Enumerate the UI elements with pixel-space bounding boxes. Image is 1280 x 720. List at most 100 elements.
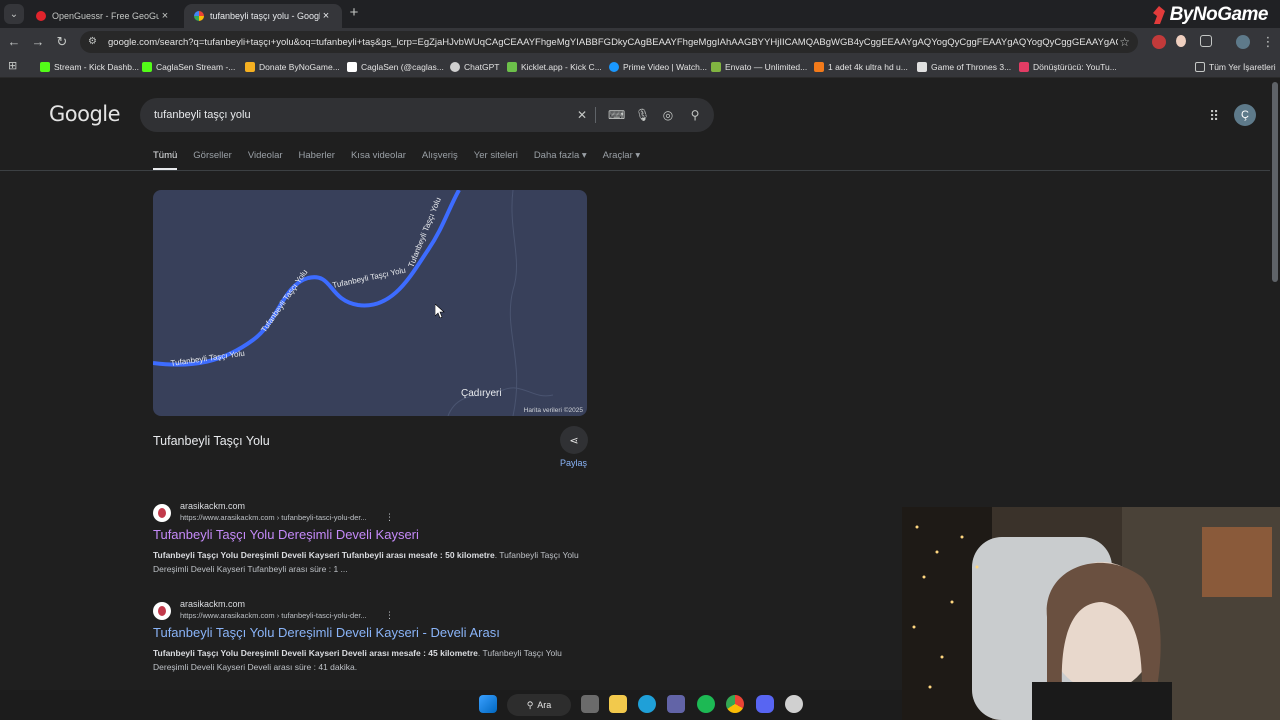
search-result: arasikackm.com https://www.arasikackm.co…	[153, 599, 593, 682]
taskbar-search[interactable]: ⚲ Ara	[507, 694, 571, 716]
browser-toolbar: ← → ↻ ⚙ google.com/search?q=tufanbeyli+t…	[0, 28, 1280, 56]
result-title-link[interactable]: Tufanbeyli Taşçı Yolu Dereşimli Develi K…	[153, 625, 500, 640]
task-view-icon[interactable]	[581, 695, 599, 713]
google-apps-icon[interactable]: ⠿	[1209, 108, 1219, 125]
result-title-link[interactable]: Tufanbeyli Taşçı Yolu Dereşimli Develi K…	[153, 527, 419, 542]
envato-icon	[711, 62, 721, 72]
kicklet-icon	[507, 62, 517, 72]
avatar[interactable]: Ç	[1234, 104, 1256, 126]
webcam-overlay	[902, 507, 1280, 720]
bookmark-item[interactable]: Donate ByNoGame...	[245, 60, 340, 74]
tab-all[interactable]: Tümü	[153, 150, 178, 170]
windows-start-icon[interactable]	[479, 695, 497, 713]
lens-icon[interactable]: ◎	[661, 108, 675, 122]
result-url[interactable]: https://www.arasikackm.com › tufanbeyli-…	[180, 513, 367, 522]
extension-icon[interactable]	[1176, 35, 1186, 47]
share-button[interactable]: ⋖	[560, 426, 588, 454]
clear-icon[interactable]: ✕	[575, 108, 589, 122]
search-icon[interactable]: ⚲	[688, 108, 702, 122]
back-icon[interactable]: ←	[6, 34, 22, 50]
tab-short-videos[interactable]: Kısa videolar	[351, 150, 406, 170]
bookmark-item[interactable]: Stream - Kick Dashb...	[40, 60, 139, 74]
search-box[interactable]: tufanbeyli taşçı yolu ✕ ⌨ 🎙 ◎ ⚲	[140, 98, 714, 132]
road-label: Tufanbeyli Taşçı Yolu	[332, 266, 407, 290]
forward-icon[interactable]: →	[30, 34, 46, 50]
extensions-puzzle-icon[interactable]	[1200, 35, 1212, 47]
apps-grid-icon[interactable]: ⊞	[8, 60, 20, 72]
result-menu-icon[interactable]: ⋮	[385, 610, 394, 621]
tab-tools[interactable]: Araçlar ▾	[603, 150, 641, 170]
tab-images[interactable]: Görseller	[193, 150, 232, 170]
site-favicon-icon	[153, 602, 171, 620]
all-bookmarks-folder[interactable]: Tüm Yer İşaretleri	[1195, 60, 1276, 74]
prime-icon	[609, 62, 619, 72]
bynogame-icon	[1152, 6, 1165, 24]
tab-places[interactable]: Yer siteleri	[474, 150, 518, 170]
site-info-icon[interactable]: ⚙	[88, 36, 100, 48]
edge-icon[interactable]	[638, 695, 656, 713]
brand-text: ByNoGame	[1169, 4, 1269, 25]
google-logo[interactable]: Google	[49, 102, 121, 126]
tab-more[interactable]: Daha fazla ▾	[534, 150, 587, 170]
page-scrollbar[interactable]	[1272, 82, 1278, 282]
tab-title: tufanbeyli taşçı yolu - Google'da Ara	[210, 11, 320, 21]
folder-icon	[1195, 62, 1205, 72]
bookmark-item[interactable]: CaglaSen (@caglas...	[347, 60, 444, 74]
screen: ⌄ OpenGuessr - Free GeoGuessr Alternativ…	[0, 0, 1280, 720]
close-icon[interactable]: ×	[159, 10, 171, 22]
google-icon	[194, 11, 204, 21]
share-icon: ⋖	[569, 434, 579, 447]
map-canvas: Tufanbeyli Taşçı Yolu Tufanbeyli Taşçı Y…	[153, 190, 554, 416]
bookmark-item[interactable]: Prime Video | Watch...	[609, 60, 707, 74]
result-site[interactable]: arasikackm.com	[180, 501, 245, 511]
tab-openguessr[interactable]: OpenGuessr - Free GeoGuessr Alternative …	[26, 4, 181, 28]
teams-icon[interactable]	[667, 695, 685, 713]
spotify-icon[interactable]	[697, 695, 715, 713]
kick-icon	[40, 62, 50, 72]
got-icon	[917, 62, 927, 72]
tab-news[interactable]: Haberler	[299, 150, 335, 170]
kick-icon	[142, 62, 152, 72]
brand-logo: ByNoGame	[1150, 4, 1269, 26]
place-title: Tufanbeyli Taşçı Yolu	[153, 434, 270, 448]
bookmark-item[interactable]: Envato — Unlimited...	[711, 60, 807, 74]
chrome-icon[interactable]	[726, 695, 744, 713]
bookmark-star-icon[interactable]: ☆	[1119, 35, 1130, 49]
close-icon[interactable]: ×	[320, 10, 332, 22]
tab-videos[interactable]: Videolar	[248, 150, 283, 170]
search-divider	[595, 107, 596, 123]
microphone-icon[interactable]: 🎙	[635, 108, 650, 122]
bookmark-item[interactable]: Game of Thrones 3...	[917, 60, 1011, 74]
discord-icon[interactable]	[756, 695, 774, 713]
bookmark-item[interactable]: ChatGPT	[450, 60, 499, 74]
url-text[interactable]: google.com/search?q=tufanbeyli+taşçı+yol…	[108, 37, 1118, 48]
result-url[interactable]: https://www.arasikackm.com › tufanbeyli-…	[180, 611, 367, 620]
profile-avatar[interactable]	[1236, 35, 1250, 49]
reload-icon[interactable]: ↻	[54, 34, 70, 50]
map-preview[interactable]: Tufanbeyli Taşçı Yolu Tufanbeyli Taşçı Y…	[153, 190, 587, 416]
bookmark-item[interactable]: CaglaSen Stream -...	[142, 60, 235, 74]
result-menu-icon[interactable]: ⋮	[385, 512, 394, 523]
menu-kebab-icon[interactable]: ⋮	[1260, 34, 1276, 50]
steam-icon[interactable]	[785, 695, 803, 713]
converter-icon	[1019, 62, 1029, 72]
new-tab-button[interactable]: +	[346, 5, 362, 21]
file-explorer-icon[interactable]	[609, 695, 627, 713]
extension-icon[interactable]	[1152, 35, 1166, 49]
tab-google-search[interactable]: tufanbeyli taşçı yolu - Google'da Ara ×	[184, 4, 342, 28]
tab-search-button[interactable]: ⌄	[4, 4, 24, 24]
shop-icon	[814, 62, 824, 72]
search-input[interactable]: tufanbeyli taşçı yolu	[154, 109, 714, 121]
mouse-cursor-icon	[435, 304, 445, 318]
bookmark-item[interactable]: Kicklet.app - Kick C...	[507, 60, 602, 74]
keyboard-icon[interactable]: ⌨	[608, 108, 625, 122]
share-label[interactable]: Paylaş	[560, 458, 587, 468]
result-site[interactable]: arasikackm.com	[180, 599, 245, 609]
tab-shopping[interactable]: Alışveriş	[422, 150, 458, 170]
bookmark-item[interactable]: 1 adet 4k ultra hd u...	[814, 60, 908, 74]
tab-strip: ⌄ OpenGuessr - Free GeoGuessr Alternativ…	[0, 0, 1280, 28]
chatgpt-icon	[450, 62, 460, 72]
address-bar[interactable]: ⚙ google.com/search?q=tufanbeyli+taşçı+y…	[80, 31, 1138, 53]
search-icon: ⚲	[526, 699, 534, 710]
bookmark-item[interactable]: Dönüştürücü: YouTu...	[1019, 60, 1117, 74]
